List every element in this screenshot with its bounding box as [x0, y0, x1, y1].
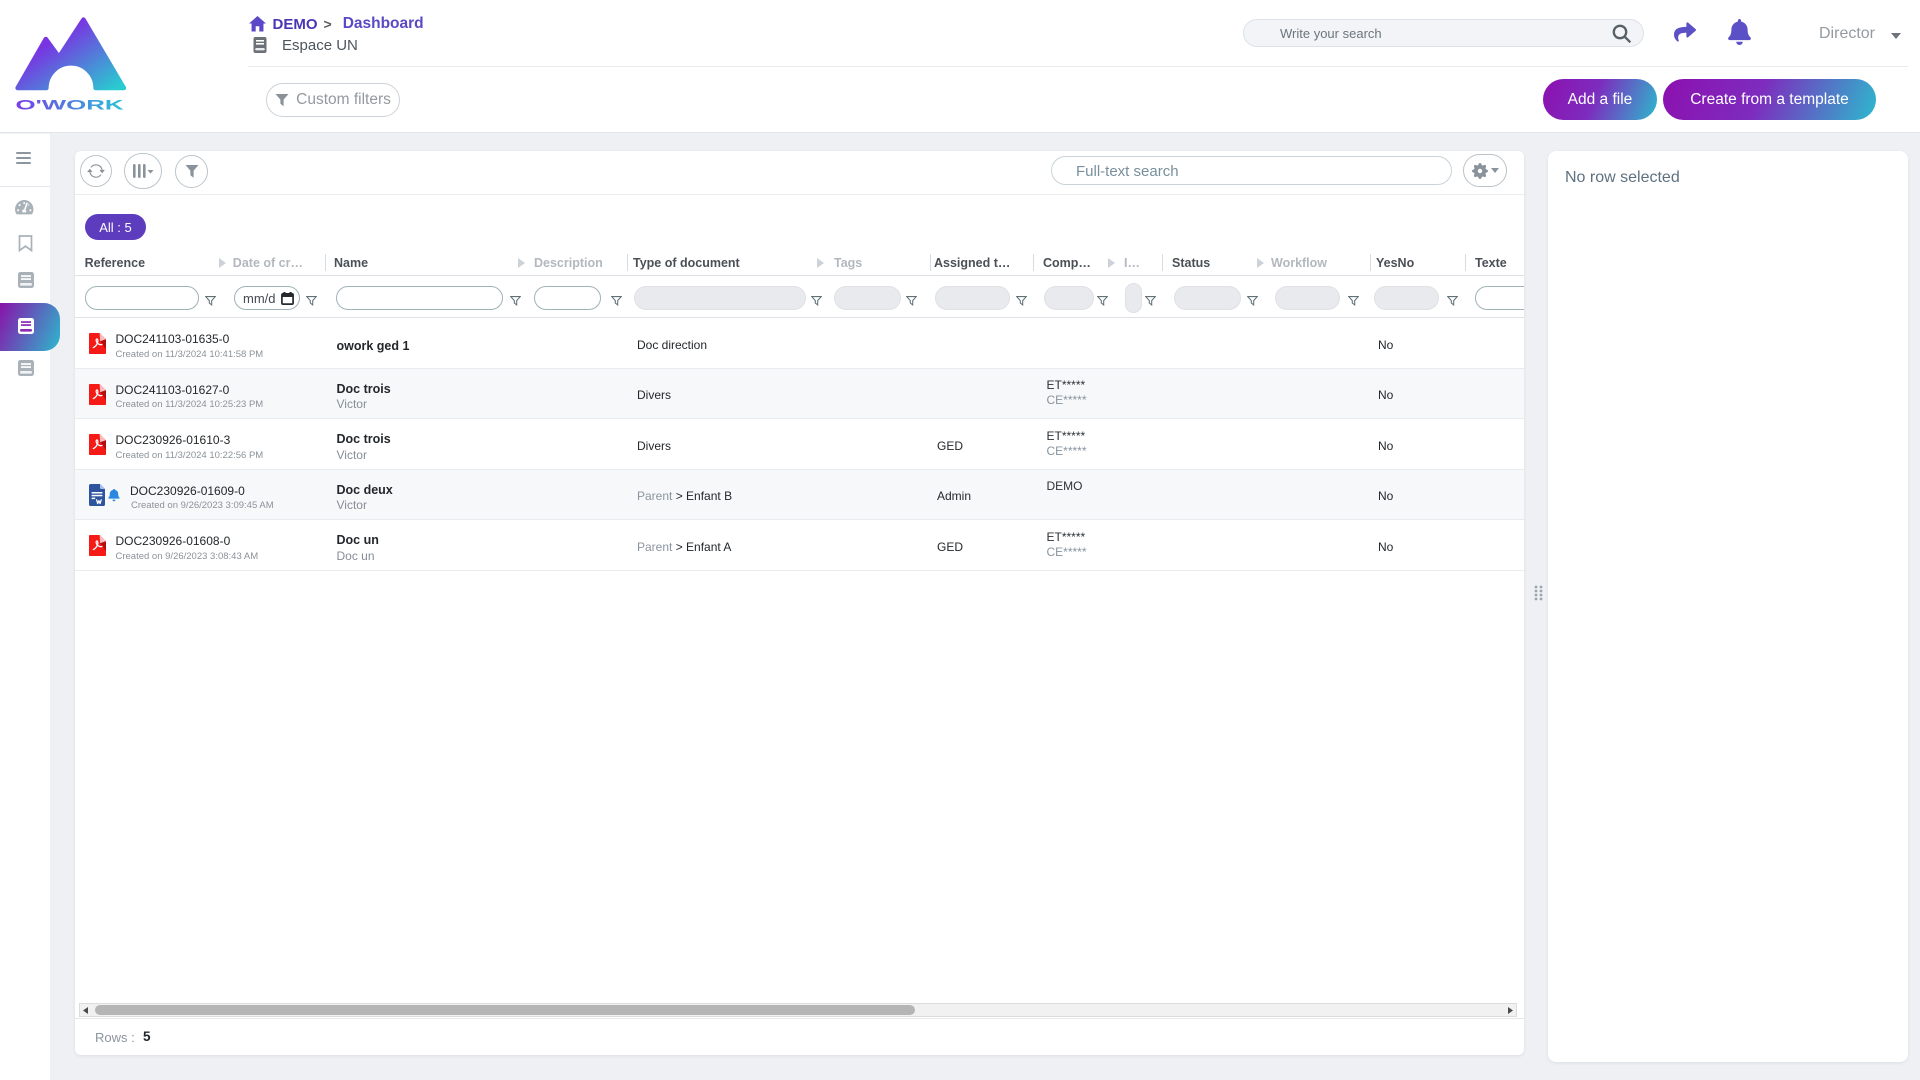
svg-text:O'WORK: O'WORK [16, 97, 124, 113]
